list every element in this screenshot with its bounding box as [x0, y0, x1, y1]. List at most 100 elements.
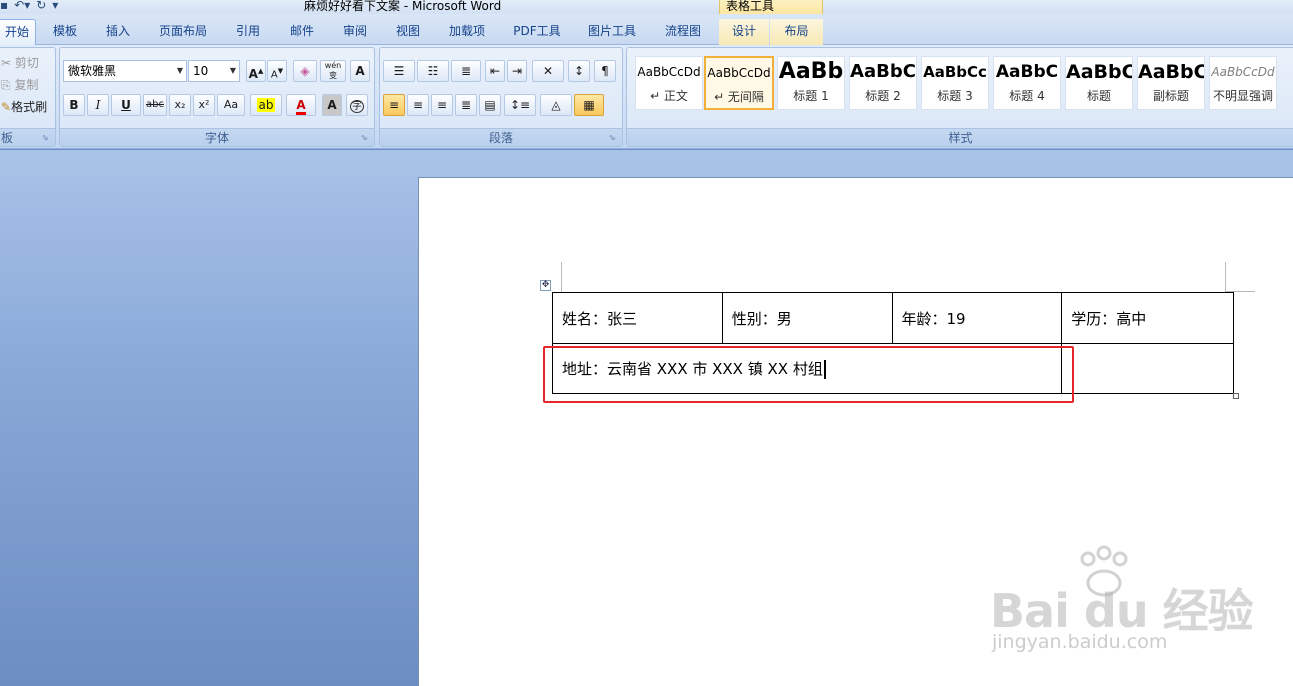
watermark-url: jingyan.baidu.com	[992, 631, 1168, 653]
tab-references[interactable]: 引用	[228, 19, 268, 45]
font-name-combo[interactable]: 微软雅黑 ▼	[63, 60, 187, 82]
font-launcher-icon[interactable]: ⬂	[361, 133, 371, 143]
line-spacing-button[interactable]: ↕≡	[504, 94, 536, 116]
scissors-icon: ✂	[1, 56, 12, 70]
style-heading-3[interactable]: AaBbCc 标题 3	[921, 56, 989, 110]
style-title[interactable]: AaBbC 标题	[1065, 56, 1133, 110]
character-border-button[interactable]: A	[350, 60, 370, 82]
tab-picture-tools[interactable]: 图片工具	[582, 19, 642, 45]
style-no-spacing[interactable]: AaBbCcDd ↵ 无间隔	[704, 56, 774, 110]
quick-access-toolbar: ▪ ↶▾ ↻ ▾	[0, 0, 58, 14]
font-size-combo[interactable]: 10 ▼	[188, 60, 240, 82]
paint-bucket-icon: ◬	[551, 98, 561, 112]
character-shading-button[interactable]: A	[322, 94, 342, 116]
tab-addins[interactable]: 加载项	[441, 19, 493, 45]
copy-button[interactable]: ⎘ 复制	[1, 76, 38, 93]
table-cell-age[interactable]: 年龄：19	[891, 292, 1063, 344]
text-highlight-button[interactable]: ab	[250, 94, 282, 116]
distribute-button[interactable]: ▤	[479, 94, 501, 116]
subscript-button[interactable]: x₂	[169, 94, 191, 116]
increase-indent-button[interactable]: ⇥	[507, 60, 527, 82]
borders-button[interactable]: ▦	[574, 94, 604, 116]
style-heading-1[interactable]: AaBb 标题 1	[777, 56, 845, 110]
border-icon: ▦	[583, 98, 595, 112]
styles-group-label: 样式	[627, 128, 1293, 146]
chevron-down-icon: ▼	[176, 66, 183, 75]
redo-icon[interactable]: ↻	[36, 0, 46, 12]
tab-view[interactable]: 视图	[388, 19, 428, 45]
tab-home[interactable]: 开始	[0, 19, 36, 45]
pilcrow-icon: ¶	[601, 64, 609, 78]
align-left-button[interactable]: ≡	[383, 94, 405, 116]
multilevel-list-icon: ≣	[460, 64, 472, 78]
customize-qat-icon[interactable]: ▾	[52, 0, 58, 12]
align-right-button[interactable]: ≡	[431, 94, 453, 116]
superscript-button[interactable]: x²	[193, 94, 215, 116]
underline-button[interactable]: U	[111, 94, 141, 116]
font-color-button[interactable]: A	[286, 94, 316, 116]
tab-layout[interactable]: 布局	[770, 19, 823, 45]
tab-review[interactable]: 审阅	[335, 19, 375, 45]
margin-corner-mark	[561, 262, 562, 292]
table-resize-handle[interactable]	[1233, 393, 1239, 399]
clear-formatting-button[interactable]: ◈	[293, 60, 317, 82]
multilevel-list-button[interactable]: ≣	[451, 60, 481, 82]
tab-design[interactable]: 设计	[719, 19, 769, 45]
font-group-label: 字体	[60, 128, 374, 146]
font-group: 微软雅黑 ▼ 10 ▼ A▲ A▼ ◈ wén 变 A B I U abc x₂ x²…	[59, 47, 375, 147]
table-row: 姓名：张三 性别：男 年龄：19 学历：高中	[552, 292, 1234, 344]
paragraph-launcher-icon[interactable]: ⬂	[609, 133, 619, 143]
change-case-button[interactable]: Aa	[217, 94, 245, 116]
table-cell-education[interactable]: 学历：高中	[1061, 292, 1234, 344]
sort-icon: ↕	[573, 64, 585, 78]
bullets-button[interactable]: ☰	[383, 60, 415, 82]
clipboard-launcher-icon[interactable]: ⬂	[42, 133, 52, 143]
grow-font-button[interactable]: A▲	[246, 60, 266, 82]
sort-button[interactable]: ↕	[568, 60, 590, 82]
tab-insert[interactable]: 插入	[98, 19, 138, 45]
window-title: 麻烦好好看下文案 - Microsoft Word	[304, 0, 502, 13]
table-move-handle-icon[interactable]: ✥	[540, 280, 551, 291]
decrease-indent-button[interactable]: ⇤	[485, 60, 505, 82]
style-normal[interactable]: AaBbCcDd ↵ 正文	[635, 56, 703, 110]
style-heading-4[interactable]: AaBbC 标题 4	[993, 56, 1061, 110]
style-subtitle[interactable]: AaBbC 副标题	[1137, 56, 1205, 110]
table-cell-name[interactable]: 姓名：张三	[552, 292, 723, 344]
tab-page-layout[interactable]: 页面布局	[152, 19, 214, 45]
align-right-icon: ≡	[436, 98, 448, 112]
show-marks-button[interactable]: ¶	[594, 60, 616, 82]
table-cell-gender[interactable]: 性别：男	[721, 292, 893, 344]
bold-button[interactable]: B	[63, 94, 85, 116]
numbering-button[interactable]: ☷	[417, 60, 449, 82]
chinese-layout-button[interactable]: ✕	[532, 60, 564, 82]
tab-flowchart[interactable]: 流程图	[658, 19, 708, 45]
phonetic-guide-button[interactable]: wén 变	[320, 60, 346, 82]
save-icon[interactable]: ▪	[0, 0, 8, 12]
justify-button[interactable]: ≣	[455, 94, 477, 116]
cut-button[interactable]: ✂ 剪切	[1, 54, 39, 71]
style-subtle-emphasis[interactable]: AaBbCcDd 不明显强调	[1209, 56, 1277, 110]
highlighter-icon: ab	[256, 98, 276, 112]
strikethrough-button[interactable]: abc	[143, 94, 167, 116]
italic-button[interactable]: I	[87, 94, 109, 116]
brush-icon: ✎	[1, 100, 12, 114]
tab-pdf-tools[interactable]: PDF工具	[506, 19, 568, 45]
align-left-icon: ≡	[388, 98, 400, 112]
style-heading-2[interactable]: AaBbC 标题 2	[849, 56, 917, 110]
styles-group: AaBbCcDd ↵ 正文 AaBbCcDd ↵ 无间隔 AaBb 标题 1 A…	[626, 47, 1293, 147]
format-painter-button[interactable]: ✎格式刷	[1, 98, 47, 115]
title-bar: ▪ ↶▾ ↻ ▾ 麻烦好好看下文案 - Microsoft Word	[0, 0, 1293, 14]
undo-icon[interactable]: ↶▾	[14, 0, 30, 12]
tab-template[interactable]: 模板	[46, 19, 84, 45]
distribute-icon: ▤	[484, 98, 496, 112]
line-spacing-icon: ↕≡	[509, 98, 531, 112]
enclose-characters-button[interactable]: 字	[346, 94, 368, 116]
shrink-font-button[interactable]: A▼	[267, 60, 287, 82]
ribbon-tab-row: 开始 模板 插入 页面布局 引用 邮件 审阅 视图 加载项 PDF工具 图片工具…	[0, 14, 1293, 45]
chinese-layout-icon: ✕	[542, 64, 554, 78]
shading-button[interactable]: ◬	[540, 94, 572, 116]
tab-mailings[interactable]: 邮件	[282, 19, 322, 45]
margin-corner-mark	[1225, 262, 1226, 292]
align-center-button[interactable]: ≡	[407, 94, 429, 116]
table-cell-empty[interactable]	[1061, 343, 1234, 394]
